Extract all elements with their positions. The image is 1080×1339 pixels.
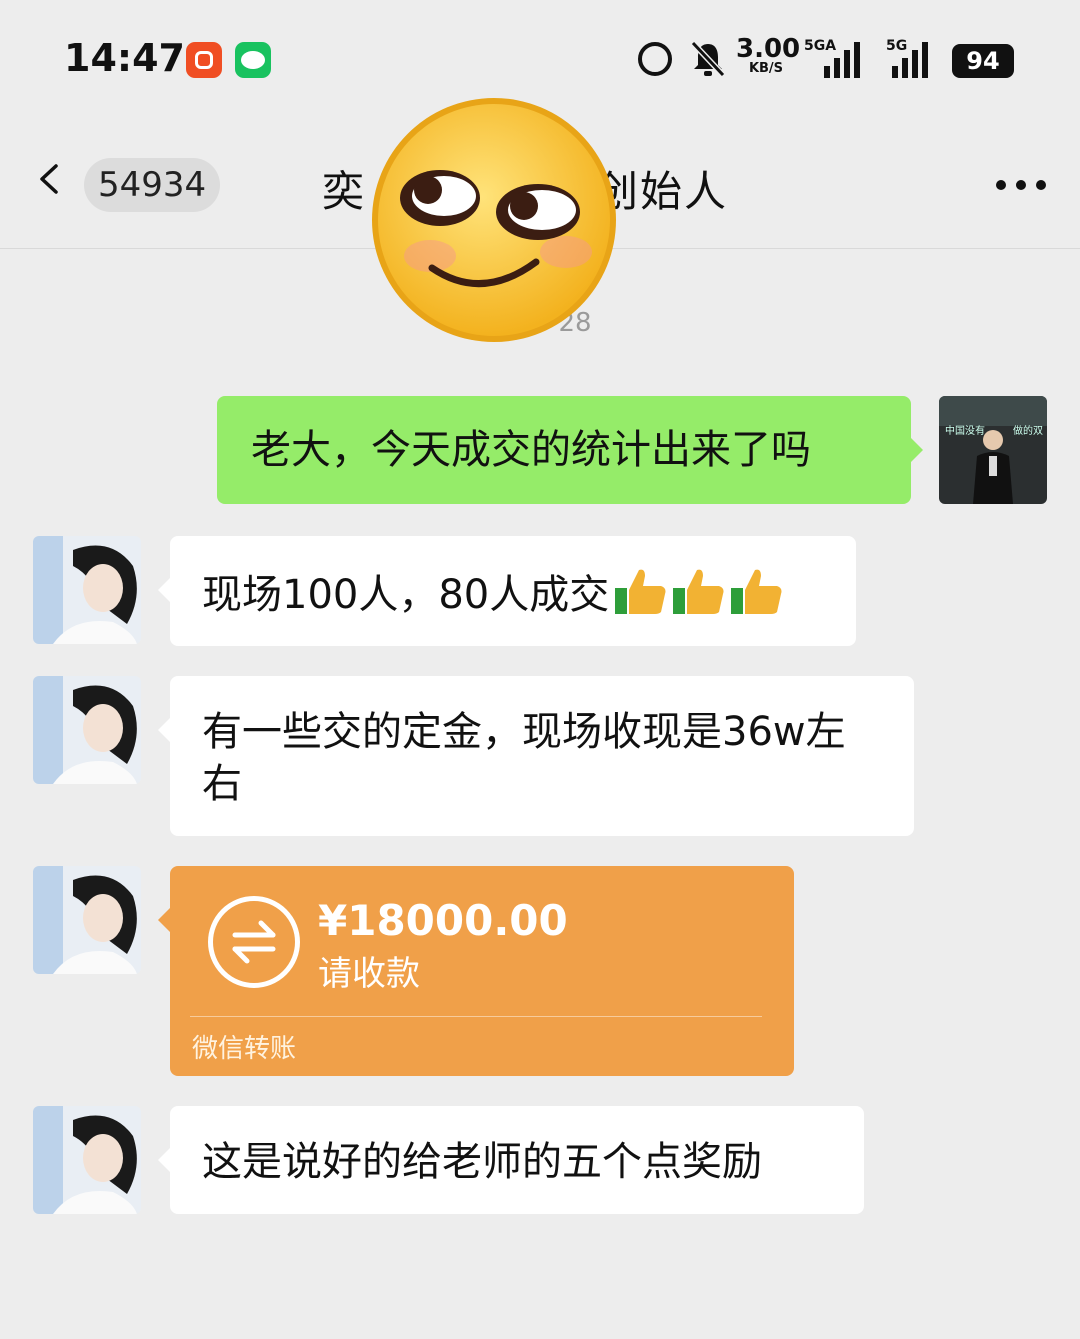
thumbs-up-icon (673, 569, 724, 614)
wechat-transfer-card[interactable]: ¥18000.00 请收款 微信转账 (158, 866, 794, 1076)
message-text: 这是说好的给老师的五个点奖励 (202, 1139, 762, 1185)
contact-avatar[interactable] (33, 676, 141, 784)
message-text: 老大，今天成交的统计出来了吗 (251, 427, 811, 473)
sim1-signal-icon (824, 42, 860, 78)
svg-text:做的双: 做的双 (1013, 424, 1043, 437)
battery-level: 94 (952, 44, 1014, 78)
message-bubble-incoming[interactable]: 现场100人，80人成交 (158, 536, 856, 646)
mute-bell-icon (690, 40, 726, 78)
divider (190, 1016, 762, 1017)
status-time: 14:47 (64, 36, 185, 80)
wechat-notification-icon (235, 42, 271, 78)
sim2-signal-icon (892, 42, 928, 78)
message-bubble-outgoing[interactable]: 老大，今天成交的统计出来了吗 (217, 396, 923, 504)
message-text: 有一些交的定金，现场收现是36w左右 (202, 709, 846, 807)
unread-count-badge[interactable]: 54934 (84, 158, 221, 212)
my-avatar[interactable]: 中国没有 做的双 (939, 396, 1047, 504)
more-options-icon[interactable] (996, 180, 1048, 192)
contact-avatar[interactable] (33, 536, 141, 644)
thumbs-up-icon (615, 569, 666, 614)
back-arrow-icon[interactable] (36, 164, 66, 194)
transfer-footer-label: 微信转账 (192, 1034, 297, 1064)
svg-text:中国没有: 中国没有 (945, 424, 985, 437)
transfer-amount: ¥18000.00 (318, 896, 568, 945)
message-text: 现场100人，80人成交 (202, 572, 610, 618)
app-notification-icon (186, 42, 222, 78)
alarm-icon (638, 42, 672, 76)
transfer-arrows-icon (208, 896, 300, 988)
message-bubble-incoming[interactable]: 这是说好的给老师的五个点奖励 (158, 1106, 864, 1214)
message-bubble-incoming[interactable]: 有一些交的定金，现场收现是36w左右 (158, 676, 914, 836)
thumbs-up-icon (731, 569, 782, 614)
smirk-emoji-sticker (372, 98, 616, 342)
contact-avatar[interactable] (33, 866, 141, 974)
transfer-status: 请收款 (318, 954, 420, 994)
contact-avatar[interactable] (33, 1106, 141, 1214)
network-speed: 3.00 KB/S (736, 34, 801, 76)
